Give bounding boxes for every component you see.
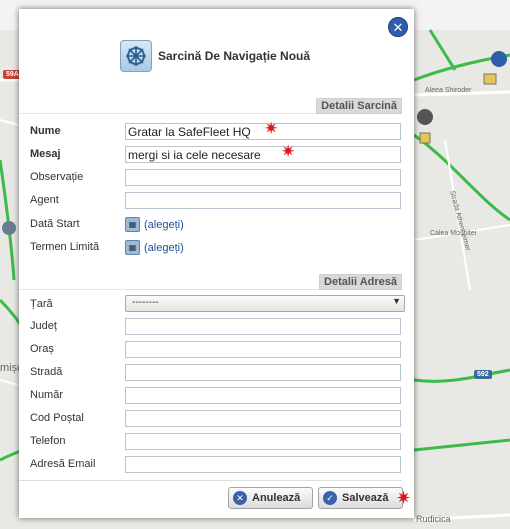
calendar-icon[interactable]: ▦ <box>125 217 140 232</box>
observation-label: Observație <box>30 171 84 183</box>
name-label: Nume <box>30 125 61 137</box>
phone-input[interactable] <box>125 433 401 450</box>
required-star-icon: ✷ <box>281 142 296 161</box>
dialog-header: Sarcină De Navigație Nouă <box>120 40 310 72</box>
street-input[interactable] <box>125 364 401 381</box>
street-row: Stradă <box>30 363 401 383</box>
cancel-button[interactable]: ✕ Anulează <box>228 487 313 509</box>
email-input[interactable] <box>125 456 401 473</box>
deadline-choose-link[interactable]: (alegeți) <box>144 242 184 254</box>
street-label: Calea Moșniței <box>430 230 477 237</box>
country-row: Țară -------- ▼ <box>30 295 405 315</box>
deadline-picker[interactable]: ▦ (alegeți) <box>125 240 184 255</box>
phone-row: Telefon <box>30 432 401 452</box>
city-row: Oraș <box>30 340 401 360</box>
name-row: Nume ✷ <box>30 119 401 142</box>
new-navigation-task-dialog: ✕ Sarcină De Navigație Nouă Detalii Sarc… <box>19 9 414 518</box>
required-star-icon: ✷ <box>264 119 279 138</box>
country-selected-value: -------- <box>132 297 159 308</box>
email-row: Adresă Email <box>30 455 401 475</box>
task-section-header: Detalii Sarcină <box>316 98 402 114</box>
place-label: Rudicica <box>416 514 451 524</box>
footer-divider <box>19 480 402 481</box>
close-icon: ✕ <box>392 19 404 35</box>
cancel-button-label: Anulează <box>252 492 301 504</box>
required-star-icon: ✷ <box>396 488 412 508</box>
observation-input[interactable] <box>125 169 401 186</box>
close-button[interactable]: ✕ <box>388 17 408 37</box>
postal-code-row: Cod Poștal <box>30 409 401 429</box>
county-row: Județ <box>30 317 401 337</box>
calendar-icon[interactable]: ▦ <box>125 240 140 255</box>
city-input[interactable] <box>125 341 401 358</box>
number-row: Număr <box>30 386 401 406</box>
check-icon: ✓ <box>323 491 337 505</box>
deadline-label: Termen Limită <box>30 241 100 253</box>
number-input[interactable] <box>125 387 401 404</box>
postal-code-input[interactable] <box>125 410 401 427</box>
save-button-label: Salvează <box>342 492 389 504</box>
steering-wheel-icon <box>120 40 152 72</box>
deadline-row: Termen Limită ▦ (alegeți) <box>30 238 400 258</box>
start-date-row: Dată Start ▦ (alegeți) <box>30 215 400 235</box>
cancel-icon: ✕ <box>233 491 247 505</box>
phone-label: Telefon <box>30 435 66 447</box>
road-shield-right: 592 <box>474 370 492 379</box>
agent-input[interactable] <box>125 192 401 209</box>
dialog-title: Sarcină De Navigație Nouă <box>158 49 311 63</box>
number-label: Număr <box>30 389 64 401</box>
start-date-choose-link[interactable]: (alegeți) <box>144 219 184 231</box>
county-label: Județ <box>30 320 57 332</box>
agent-row: Agent <box>30 191 401 211</box>
start-date-label: Dată Start <box>30 218 80 230</box>
email-label: Adresă Email <box>30 458 96 470</box>
chevron-down-icon: ▼ <box>392 296 401 306</box>
agent-label: Agent <box>30 194 59 206</box>
street-label: Aleea Shiroder <box>425 87 472 94</box>
save-button[interactable]: ✓ Salvează <box>318 487 403 509</box>
name-input[interactable] <box>125 123 401 140</box>
message-row: Mesaj ✷ <box>30 142 401 165</box>
city-label: Oraș <box>30 343 54 355</box>
county-input[interactable] <box>125 318 401 335</box>
postal-code-label: Cod Poștal <box>30 412 84 424</box>
start-date-picker[interactable]: ▦ (alegeți) <box>125 217 184 232</box>
observation-row: Observație <box>30 168 401 188</box>
street-label: Stradă <box>30 366 63 378</box>
message-input[interactable] <box>125 146 401 163</box>
country-select[interactable]: -------- ▼ <box>125 295 405 312</box>
message-label: Mesaj <box>30 148 61 160</box>
address-section-header: Detalii Adresă <box>319 274 402 290</box>
country-label: Țară <box>30 298 53 310</box>
